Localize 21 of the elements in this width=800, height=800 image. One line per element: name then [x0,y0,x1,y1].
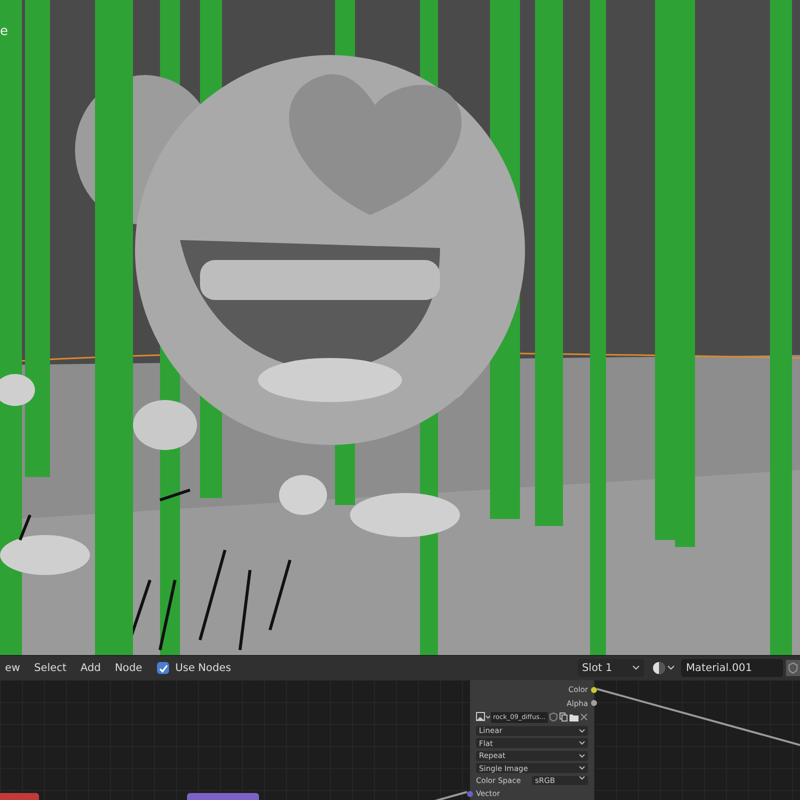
shield-icon[interactable] [786,660,800,676]
image-icon[interactable] [476,712,490,722]
chevron-icon [579,741,585,745]
slot-dropdown[interactable]: Slot 1 [578,659,644,677]
chevron-icon [632,665,640,671]
menu-item[interactable]: ew [0,660,26,676]
menu-item[interactable]: Node [110,660,148,676]
chevron-icon [579,728,585,732]
material-preview-icon[interactable] [652,661,676,675]
menu-item[interactable]: Select [29,660,72,676]
material-name-field[interactable]: Material.001 [681,659,783,677]
close-icon[interactable] [580,713,588,721]
chevron-icon [579,754,585,758]
use-nodes-checkbox[interactable]: Use Nodes [157,662,232,674]
socket-icon[interactable] [591,700,597,706]
copy-icon[interactable] [558,712,568,722]
socket-icon[interactable] [591,686,597,692]
folder-icon[interactable] [568,712,579,722]
menu-item[interactable]: Add [75,660,106,676]
viewport-label: e [0,24,8,39]
shield-icon[interactable] [548,712,558,722]
